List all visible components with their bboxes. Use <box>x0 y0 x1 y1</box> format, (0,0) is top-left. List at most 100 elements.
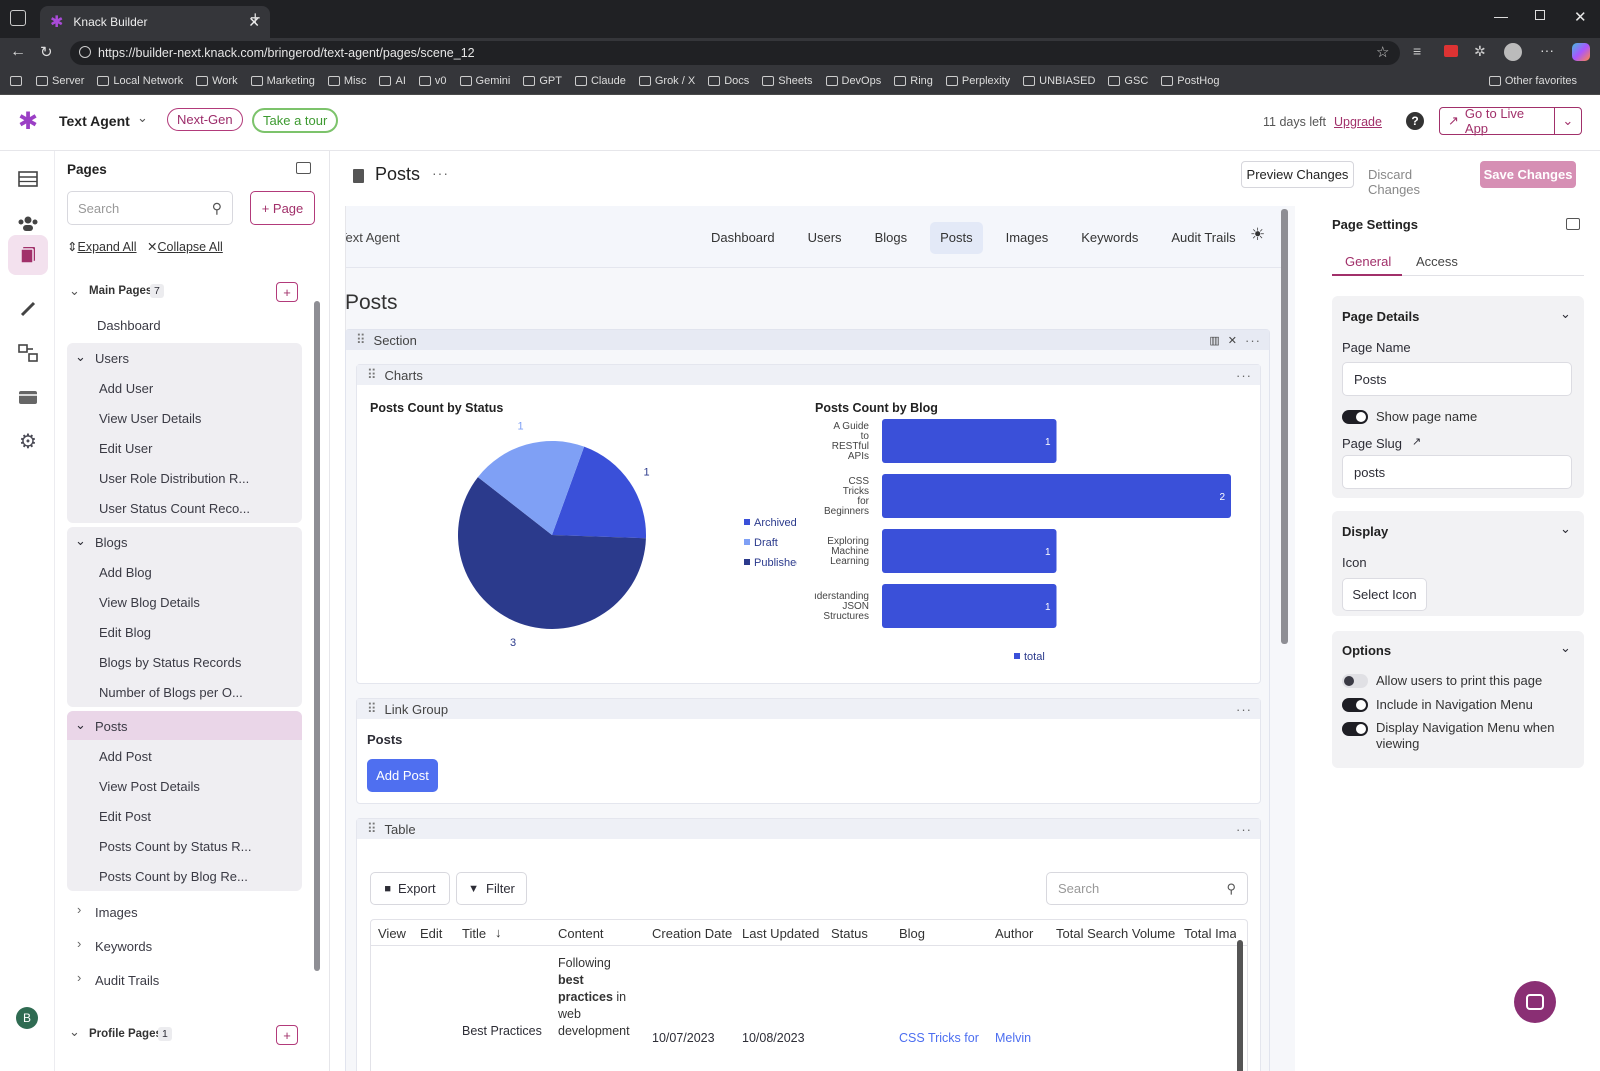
bookmark-item[interactable]: Misc <box>327 75 366 87</box>
add-main-page-icon[interactable]: + <box>276 282 298 302</box>
display-nav-toggle[interactable] <box>1342 722 1368 736</box>
page-item[interactable]: Posts Count by Blog Re... <box>99 869 248 884</box>
bookmark-item[interactable]: Local Network <box>97 75 183 87</box>
page-item[interactable]: Add Post <box>99 749 152 764</box>
drag-handle-icon[interactable]: ⠿ <box>367 821 377 837</box>
add-profile-page-icon[interactable]: + <box>276 1025 298 1045</box>
link-group-header[interactable]: ⠿ Link Group ··· <box>357 699 1260 719</box>
flows-icon[interactable] <box>8 333 48 373</box>
next-gen-badge[interactable]: Next-Gen <box>167 108 243 131</box>
pages-search-input[interactable]: Search ⚲ <box>67 191 233 225</box>
chevron-down-icon[interactable]: ⌄ <box>1560 306 1571 322</box>
app-name[interactable]: Text Agent <box>59 113 130 129</box>
link-group-more-icon[interactable]: ··· <box>1236 702 1252 717</box>
profile-pages-label[interactable]: Profile Pages <box>89 1028 162 1040</box>
charts-header[interactable]: ⠿ Charts ··· <box>357 365 1260 385</box>
section-more-icon[interactable]: ··· <box>1245 333 1261 348</box>
bookmark-item[interactable]: Sheets <box>762 75 813 87</box>
show-page-name-toggle[interactable] <box>1342 410 1368 424</box>
select-icon-button[interactable]: Select Icon <box>1342 578 1427 611</box>
maximize-icon[interactable] <box>1535 10 1545 20</box>
add-page-button[interactable]: + Page <box>250 191 315 225</box>
profile-avatar-icon[interactable] <box>1504 43 1522 61</box>
table-header[interactable]: ⠿ Table ··· <box>357 819 1260 839</box>
page-images[interactable]: Images <box>95 905 138 920</box>
drag-handle-icon[interactable]: ⠿ <box>356 332 366 348</box>
reading-list-icon[interactable]: ≡ <box>1413 43 1421 59</box>
theme-brush-icon[interactable] <box>8 289 48 329</box>
page-details-title[interactable]: Page Details <box>1342 309 1419 324</box>
bookmark-item[interactable]: GSC <box>1108 75 1148 87</box>
page-posts[interactable]: Posts <box>95 719 128 734</box>
page-item[interactable]: User Role Distribution R... <box>99 471 249 486</box>
options-title[interactable]: Options <box>1342 643 1391 658</box>
chevron-down-icon[interactable]: ⌄ <box>1560 521 1571 537</box>
bookmark-item[interactable]: v0 <box>418 75 447 87</box>
chat-support-icon[interactable] <box>1514 981 1556 1023</box>
chevron-down-icon[interactable]: ⌄ <box>75 717 86 733</box>
export-button[interactable]: ■ Export <box>370 872 450 905</box>
include-nav-toggle[interactable] <box>1342 698 1368 712</box>
bookmark-item[interactable]: Perplexity <box>945 75 1010 87</box>
user-avatar[interactable]: B <box>16 1007 38 1029</box>
theme-sun-icon[interactable]: ☀ <box>1250 225 1265 245</box>
bookmark-item[interactable]: Server <box>36 75 84 87</box>
col-blog[interactable]: Blog <box>899 926 925 941</box>
bookmark-item[interactable]: AI <box>379 75 406 87</box>
col-title[interactable]: Title <box>462 926 486 941</box>
page-item[interactable]: Edit User <box>99 441 152 456</box>
canvas-scrollbar[interactable] <box>1281 209 1288 644</box>
page-item[interactable]: Posts Count by Status R... <box>99 839 251 854</box>
page-item[interactable]: Edit Post <box>99 809 151 824</box>
settings-gear-icon[interactable]: ⚙ <box>8 421 48 461</box>
collapse-section-icon[interactable]: ✕ <box>1228 334 1237 347</box>
bookmark-item[interactable]: Work <box>196 75 238 87</box>
collapse-all-button[interactable]: ✕Collapse All <box>147 239 223 254</box>
copilot-icon[interactable] <box>1572 43 1590 61</box>
drag-handle-icon[interactable]: ⠿ <box>367 367 377 383</box>
col-last-updated[interactable]: Last Updated <box>742 926 819 941</box>
sidebar-toggle-icon[interactable] <box>10 10 26 26</box>
row-blog-link[interactable]: CSS Tricks for <box>899 1031 979 1045</box>
page-item[interactable]: View User Details <box>99 411 201 426</box>
url-input[interactable]: https://builder-next.knack.com/bringerod… <box>70 41 1400 65</box>
chevron-down-icon[interactable]: ⌄ <box>1560 640 1571 656</box>
preview-nav-users[interactable]: Users <box>798 222 852 254</box>
page-users[interactable]: Users <box>95 351 129 366</box>
save-changes-button[interactable]: Save Changes <box>1480 161 1576 188</box>
preview-nav-images[interactable]: Images <box>996 222 1059 254</box>
columns-icon[interactable]: ▥ <box>1209 334 1219 347</box>
browser-menu-icon[interactable]: ··· <box>1540 42 1554 58</box>
page-dashboard[interactable]: Dashboard <box>97 318 161 333</box>
site-info-icon[interactable] <box>79 46 91 58</box>
table-row[interactable]: Following best practices in web developm… <box>371 947 1239 1071</box>
take-tour-button[interactable]: Take a tour <box>252 108 339 133</box>
favorite-star-icon[interactable]: ☆ <box>1376 43 1389 61</box>
bookmark-item[interactable]: UNBIASED <box>1023 75 1095 87</box>
bookmark-item[interactable]: GPT <box>523 75 562 87</box>
expand-all-button[interactable]: ⇕Expand All <box>67 239 137 254</box>
col-author[interactable]: Author <box>995 926 1033 941</box>
preview-nav-posts[interactable]: Posts <box>930 222 983 254</box>
page-item[interactable]: User Status Count Reco... <box>99 501 250 516</box>
chevron-right-icon[interactable]: › <box>77 936 81 951</box>
chevron-down-icon[interactable]: ⌄ <box>75 533 86 549</box>
col-total-images[interactable]: Total Ima <box>1184 926 1236 941</box>
close-settings-icon[interactable] <box>1566 218 1580 230</box>
other-favorites[interactable]: Other favorites <box>1488 75 1577 87</box>
page-audit-trails[interactable]: Audit Trails <box>95 973 159 988</box>
charts-block[interactable]: ⠿ Charts ··· Posts Count by Status 1 3 1 Ar… <box>356 364 1261 684</box>
go-to-live-app-button[interactable]: ↗ Go to Live App ⌄ <box>1439 106 1582 136</box>
table-scrollbar[interactable] <box>1237 940 1243 1071</box>
back-icon[interactable]: ← <box>10 43 26 61</box>
drag-handle-icon[interactable]: ⠿ <box>367 701 377 717</box>
pages-icon[interactable] <box>8 235 48 275</box>
page-more-icon[interactable]: ··· <box>432 165 449 181</box>
col-creation-date[interactable]: Creation Date <box>652 926 732 941</box>
chevron-down-icon[interactable]: ⌄ <box>75 349 86 365</box>
section-header[interactable]: ⠿ Section ▥ ✕ ··· <box>346 330 1269 350</box>
records-table-icon[interactable] <box>8 159 48 199</box>
allow-print-toggle[interactable] <box>1342 674 1368 688</box>
discard-changes-button[interactable]: Discard Changes <box>1368 167 1420 197</box>
knack-logo-icon[interactable]: ✱ <box>18 107 38 136</box>
